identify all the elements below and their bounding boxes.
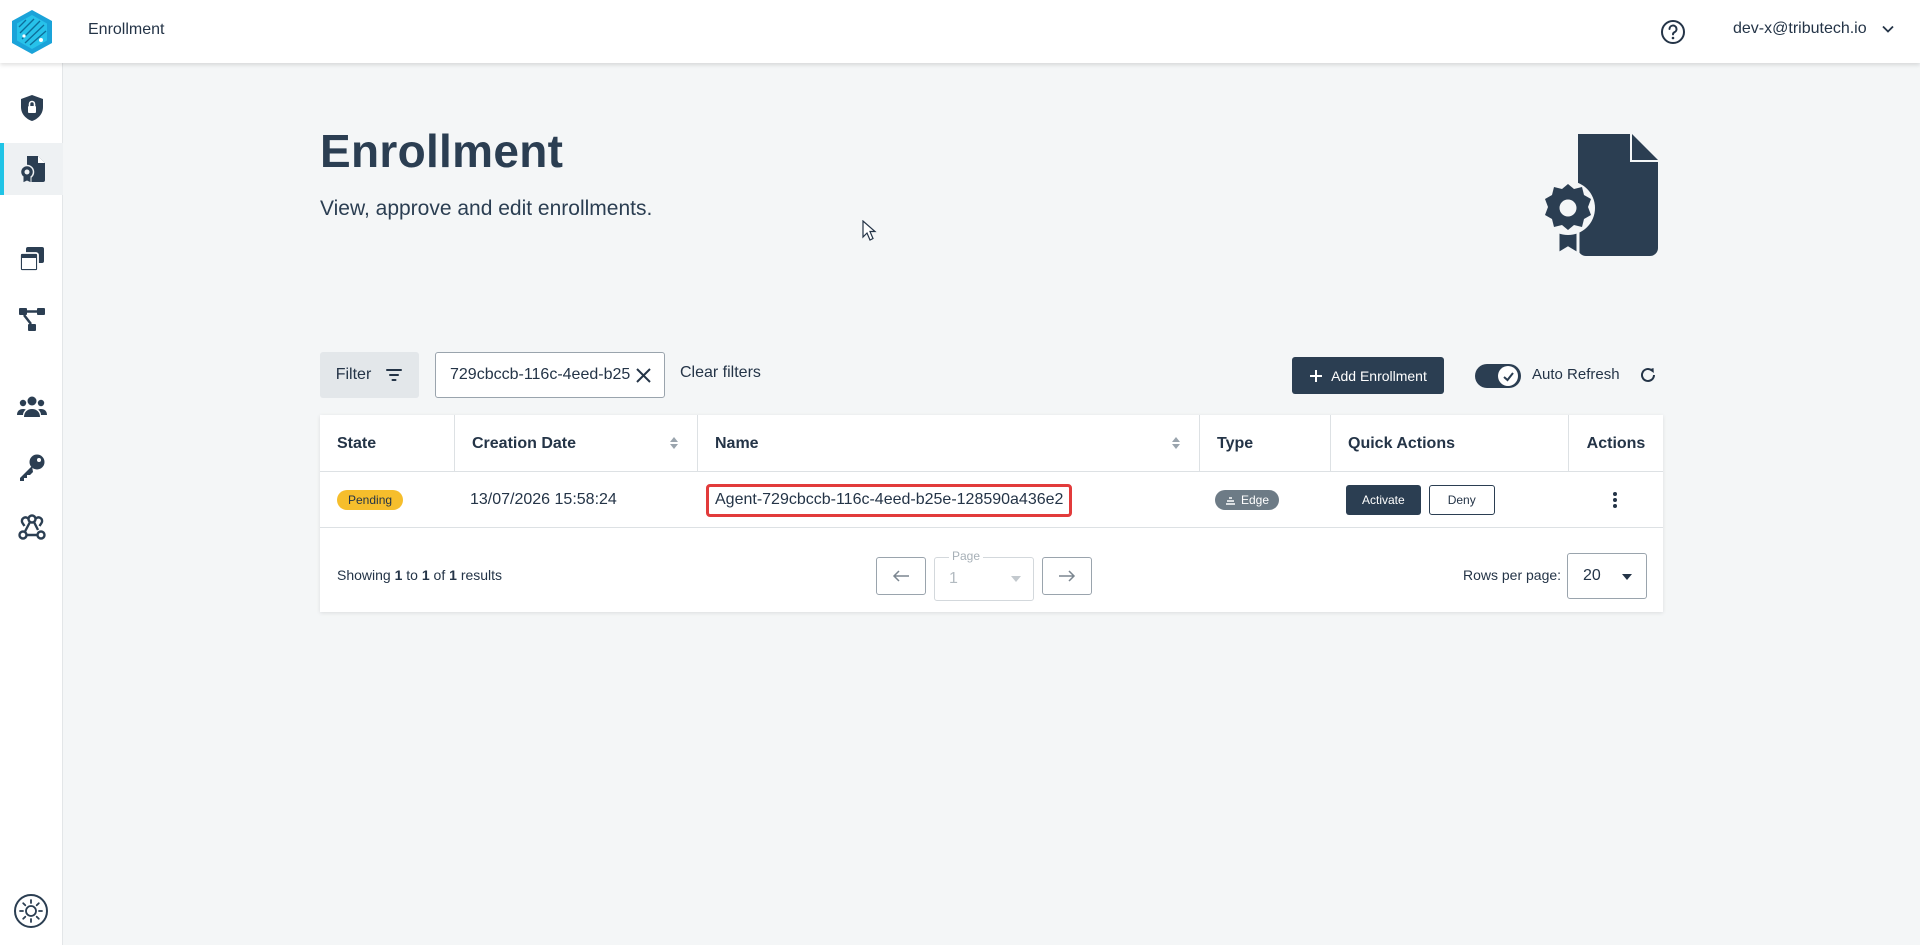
certificate-file-icon [19,156,45,184]
filter-chip-value: 729cbccb-116c-4eed-b25e-128590a436e2 [450,366,630,383]
type-badge-label: Edge [1241,493,1270,507]
showing-of-word: of [433,567,446,583]
highlighted-name[interactable]: Agent-729cbccb-116c-4eed-b25e-128590a436… [706,483,1073,517]
rows-per-page-label: Rows per page: [1463,567,1562,583]
tributech-logo-icon[interactable] [10,9,54,55]
enrollment-table: State Creation Date Name Type Quick Acti… [320,415,1663,612]
certificate-file-icon [1541,130,1662,256]
sidebar-item-security[interactable] [0,82,63,134]
quick-actions-cell: Activate Deny [1346,472,1495,528]
add-enrollment-label: Add Enrollment [1331,367,1427,384]
top-bar: Enrollment dev-x@tributech.io [0,0,1920,63]
key-icon [19,454,44,481]
column-header-quick-actions: Quick Actions [1330,415,1568,472]
app-title: Enrollment [88,21,165,38]
stacked-windows-icon [18,247,44,272]
showing-to-word: to [406,567,418,583]
showing-results-word: results [460,567,503,583]
deny-button[interactable]: Deny [1428,485,1495,515]
name-cell: Agent-729cbccb-116c-4eed-b25e-128590a436… [706,472,1073,528]
auto-refresh-label: Auto Refresh [1532,366,1620,383]
page-title: Enrollment [320,125,564,177]
column-header-state: State [337,434,377,452]
column-header-actions: Actions [1568,415,1663,472]
auto-refresh-toggle[interactable] [1475,364,1521,388]
type-cell: Edge [1215,472,1280,528]
arrow-left-icon [892,570,909,582]
column-header-creation-date-label: Creation Date [472,434,577,452]
sidebar [0,63,63,945]
mouse-cursor-icon [862,220,877,241]
next-page-button[interactable] [1042,557,1092,595]
activate-button[interactable]: Activate [1346,485,1421,515]
check-icon [1502,371,1514,381]
page-subtitle: View, approve and edit enrollments. [320,197,653,220]
sort-icon[interactable] [1170,435,1182,451]
previous-page-button[interactable] [876,557,926,595]
chevron-down-icon [1882,25,1894,33]
creation-date-cell: 13/07/2026 15:58:24 [470,491,617,508]
column-header-creation-date[interactable]: Creation Date [454,415,697,472]
caret-down-icon [1011,576,1021,582]
sidebar-item-network[interactable] [0,293,63,345]
column-header-name[interactable]: Name [697,415,1199,472]
clear-filters-button[interactable]: Clear filters [680,364,761,382]
filter-lines-icon [386,369,403,381]
sidebar-item-keys[interactable] [0,441,63,493]
showing-prefix: Showing [337,567,391,583]
webhook-icon [17,514,46,540]
rows-per-page-value: 20 [1583,567,1601,584]
users-icon [16,396,47,417]
arrow-right-icon [1059,570,1076,582]
filter-button[interactable]: Filter [320,352,419,398]
page-select-value: 1 [949,570,958,587]
sun-icon[interactable] [13,893,49,929]
user-menu[interactable]: dev-x@tributech.io [1733,20,1895,38]
help-icon[interactable] [1660,19,1686,45]
results-total: 1 [449,567,457,583]
rows-per-page-select[interactable]: 20 [1567,553,1647,599]
table-header: State Creation Date Name Type Quick Acti… [320,415,1663,472]
page-select-label: Page [949,549,984,563]
results-to: 1 [421,567,430,583]
results-summary: Showing 1 to 1 of 1 results [337,567,502,583]
sidebar-item-users[interactable] [0,381,63,433]
sidebar-item-enrollment[interactable] [0,143,63,195]
status-badge: Pending [337,490,404,510]
shield-lock-icon [20,95,43,121]
type-badge: Edge [1215,490,1280,510]
results-from: 1 [394,567,403,583]
sidebar-item-data-spaces[interactable] [0,233,63,285]
column-header-type: Type [1199,415,1330,472]
caret-down-icon [1622,574,1632,580]
table-row[interactable]: Pending 13/07/2026 15:58:24 Agent-729cbc… [320,472,1663,528]
user-email: dev-x@tributech.io [1733,20,1867,37]
close-icon[interactable] [635,367,652,384]
filter-chip[interactable]: 729cbccb-116c-4eed-b25e-128590a436e2 [435,352,665,398]
sort-icon[interactable] [668,435,680,451]
toggle-knob [1498,366,1518,386]
plus-icon [1310,369,1323,382]
more-vertical-icon[interactable] [1605,490,1625,510]
filter-button-label: Filter [335,366,372,383]
add-enrollment-button[interactable]: Add Enrollment [1292,357,1444,394]
page-select[interactable]: Page 1 [934,549,1034,601]
sidebar-item-webhooks[interactable] [0,501,63,553]
column-header-name-label: Name [715,434,759,452]
edge-device-icon [1226,496,1235,505]
network-nodes-icon [18,308,45,331]
refresh-icon[interactable] [1638,365,1658,385]
actions-cell [1605,472,1625,528]
state-cell: Pending [337,472,404,528]
